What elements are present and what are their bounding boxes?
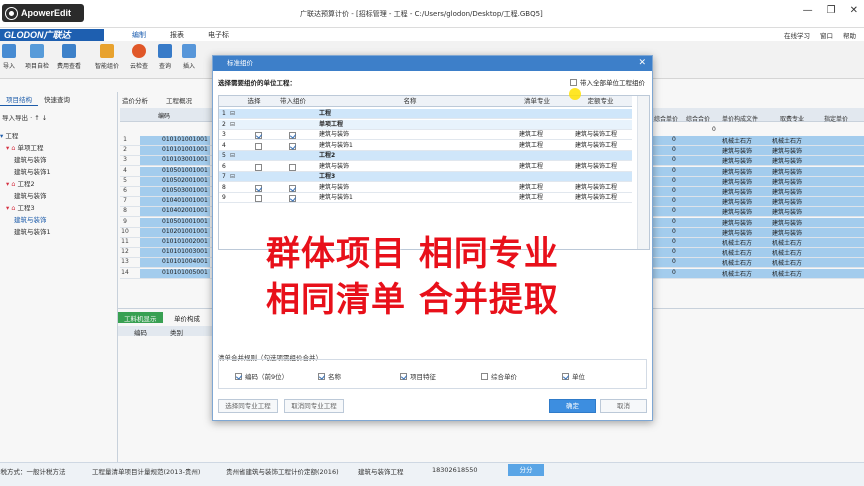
cancel-button[interactable]: 取消: [600, 399, 647, 413]
table-row[interactable]: 8 建筑与装饰 建筑工程 建筑与装饰工程: [219, 183, 632, 193]
row-name: 建筑与装饰: [319, 162, 350, 170]
row-index: 4: [222, 141, 226, 149]
row-toggle-icon[interactable]: ⊟: [230, 109, 235, 119]
select-checkbox[interactable]: [255, 142, 262, 150]
ok-button[interactable]: 确定: [549, 399, 596, 413]
row-name: 建筑与装饰: [319, 131, 350, 138]
merge-option-checkbox[interactable]: [481, 372, 488, 380]
row-index: 9: [222, 194, 226, 201]
online-learning-link[interactable]: 在线学习: [784, 30, 810, 40]
row-name: 建筑与装饰1: [319, 141, 353, 149]
row-bill-specialty: 建筑工程: [519, 162, 544, 170]
maximize-button[interactable]: ❐: [827, 5, 836, 16]
table-row[interactable]: 9 建筑与装饰1 建筑工程 建筑与装饰工程: [219, 193, 632, 203]
select-same-specialty-button[interactable]: 选择同专业工程: [218, 399, 278, 413]
include-checkbox[interactable]: [289, 142, 296, 150]
recorder-icon: [6, 7, 17, 19]
merge-option-unit[interactable]: 单位: [562, 371, 585, 381]
row-index: 1: [222, 110, 226, 117]
select-checkbox[interactable]: [255, 132, 262, 139]
merge-option-checkbox[interactable]: [400, 372, 407, 380]
close-button[interactable]: ✕: [850, 5, 858, 16]
include-checkbox[interactable]: [289, 132, 296, 139]
help-menu[interactable]: 帮助: [843, 30, 856, 40]
table-row[interactable]: 7 ⊟ 工程3: [219, 172, 632, 182]
window-title: 广联达预算计价 - [招标管理 - 工程 - C:/Users/glodon/D…: [300, 10, 543, 18]
dialog-prompt: 选择需要组价的单位工程：: [218, 79, 296, 87]
row-name: 建筑与装饰: [319, 183, 350, 191]
table-row[interactable]: 2 ⊟ 单项工程: [219, 119, 632, 130]
include-all-label: 带入全部单位工程组价: [580, 79, 645, 87]
row-index: 5: [222, 152, 226, 159]
merge-option-checkbox[interactable]: [562, 372, 569, 380]
col-name: 名称: [315, 96, 505, 107]
status-bill-standard: 工程量清单项目计量规范(2013-贵州): [92, 468, 201, 476]
caption-line-1: 群体项目 相同专业: [266, 234, 559, 274]
caption-line-2: 相同清单 合并提取: [266, 280, 559, 320]
status-button[interactable]: 分分: [508, 464, 544, 476]
unselect-same-specialty-button[interactable]: 取消同专业工程: [284, 399, 344, 413]
table-row[interactable]: 6 建筑与装饰 建筑工程 建筑与装饰工程: [219, 162, 632, 172]
row-bill-specialty: 建筑工程: [519, 131, 544, 138]
table-row[interactable]: 5 ⊟ 工程2: [219, 151, 632, 161]
merge-option-features[interactable]: 项目特征: [400, 371, 436, 381]
include-all-checkbox[interactable]: 带入全部单位工程组价: [570, 77, 645, 87]
row-name: 工程: [319, 110, 332, 117]
status-quota-standard: 贵州省建筑与装饰工程计价定额(2016): [226, 468, 339, 476]
merge-option-code[interactable]: 编码（前9位）: [235, 371, 288, 381]
top-right-links: 在线学习 窗口 帮助: [784, 30, 856, 40]
table-row[interactable]: 1 ⊟ 工程: [219, 109, 632, 119]
row-index: 6: [222, 162, 226, 170]
row-index: 2: [222, 120, 226, 128]
select-checkbox[interactable]: [255, 195, 262, 202]
row-bill-specialty: 建筑工程: [519, 141, 544, 149]
window-controls: — ❐ ✕: [803, 5, 858, 16]
merge-option-name[interactable]: 名称: [318, 371, 341, 381]
row-quota-specialty: 建筑与装饰工程: [575, 162, 618, 170]
row-toggle-icon[interactable]: ⊟: [230, 172, 235, 182]
include-all-checkbox-box[interactable]: [570, 78, 577, 86]
row-index: 3: [222, 131, 226, 138]
row-bill-specialty: 建筑工程: [519, 194, 544, 201]
row-name: 单项工程: [319, 120, 344, 128]
col-select: 选择: [237, 96, 271, 107]
row-name: 工程3: [319, 173, 336, 180]
select-checkbox[interactable]: [255, 184, 262, 192]
dialog-close-icon[interactable]: ✕: [638, 57, 646, 70]
col-include: 带入组价: [271, 96, 315, 107]
row-bill-specialty: 建筑工程: [519, 183, 544, 191]
dialog-title: 标准组价: [213, 56, 652, 71]
app-logo: GLODON广联达: [0, 29, 104, 41]
mouse-cursor-highlight: [569, 88, 581, 100]
row-name: 工程2: [319, 152, 336, 159]
status-phone: 18302618550: [432, 466, 478, 474]
include-checkbox[interactable]: [289, 195, 296, 202]
table-row[interactable]: 4 建筑与装饰1 建筑工程 建筑与装饰工程: [219, 141, 632, 151]
row-toggle-icon[interactable]: ⊟: [230, 120, 235, 130]
merge-option-checkbox[interactable]: [235, 372, 242, 380]
col-bill-specialty: 清单专业: [505, 96, 569, 107]
recorder-name: ApowerEdit: [21, 8, 72, 18]
row-name: 建筑与装饰1: [319, 194, 353, 201]
row-toggle-icon[interactable]: ⊟: [230, 151, 235, 161]
row-quota-specialty: 建筑与装饰工程: [575, 194, 618, 201]
row-index: 7: [222, 173, 226, 180]
merge-option-unit-price[interactable]: 综合单价: [481, 371, 517, 381]
merge-option-checkbox[interactable]: [318, 372, 325, 380]
col-index: [219, 96, 237, 107]
include-checkbox[interactable]: [289, 163, 296, 171]
row-quota-specialty: 建筑与装饰工程: [575, 141, 618, 149]
row-index: 8: [222, 183, 226, 191]
table-row[interactable]: 3 建筑与装饰 建筑工程 建筑与装饰工程: [219, 130, 632, 140]
status-tax-method: 计税方式：一般计税方法: [0, 468, 66, 476]
recorder-badge: ApowerEdit: [2, 4, 84, 22]
select-checkbox[interactable]: [255, 163, 262, 171]
row-quota-specialty: 建筑与装饰工程: [575, 183, 618, 191]
minimize-button[interactable]: —: [803, 5, 813, 16]
window-menu[interactable]: 窗口: [820, 30, 833, 40]
row-quota-specialty: 建筑与装饰工程: [575, 131, 618, 138]
include-checkbox[interactable]: [289, 184, 296, 192]
status-specialty: 建筑与装饰工程: [358, 468, 404, 476]
